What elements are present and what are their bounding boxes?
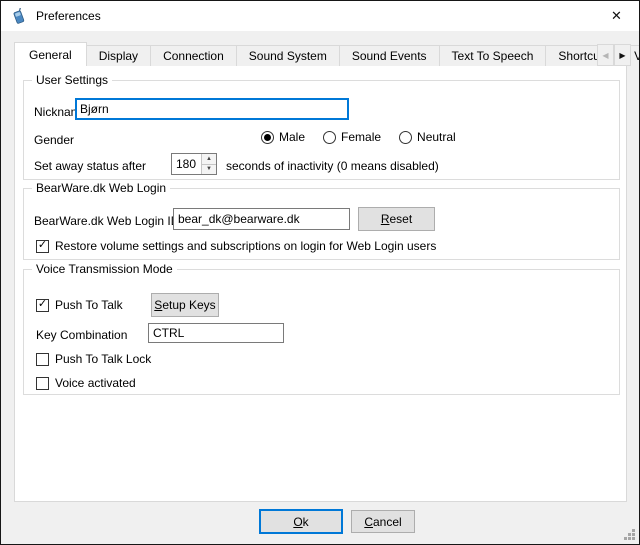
spinner-arrows: ▲ ▼ <box>201 154 216 174</box>
close-icon[interactable]: ✕ <box>594 1 639 31</box>
radio-neutral-label: Neutral <box>417 130 456 144</box>
spin-down-icon[interactable]: ▼ <box>202 165 216 175</box>
teamtalk-app-icon <box>10 8 27 25</box>
push-to-talk-lock-checkbox[interactable]: Push To Talk Lock <box>36 352 151 366</box>
title-bar: Preferences ✕ <box>1 1 639 31</box>
resize-grip-icon[interactable] <box>623 528 636 541</box>
checkbox-checked-icon: ✓ <box>36 299 49 312</box>
setup-keys-button[interactable]: Setup Keys <box>151 293 219 317</box>
nickname-input[interactable] <box>75 98 349 120</box>
voice-activated-checkbox[interactable]: Voice activated <box>36 376 136 390</box>
tab-scroll-left-icon[interactable]: ◀ <box>597 44 614 66</box>
preferences-tabbar: General Display Connection Sound System … <box>14 42 625 66</box>
away-seconds-spinner[interactable]: 180 ▲ ▼ <box>171 153 217 175</box>
gender-radio-neutral[interactable]: Neutral <box>399 130 456 144</box>
tab-scrollers: ◀ ▶ <box>597 44 631 66</box>
voice-transmission-group: Voice Transmission Mode ✓ Push To Talk S… <box>23 269 620 395</box>
gender-radio-male[interactable]: Male <box>261 130 305 144</box>
voice-activated-label: Voice activated <box>55 376 136 390</box>
key-combination-input[interactable] <box>148 323 284 343</box>
tab-display[interactable]: Display <box>86 45 151 66</box>
ok-button[interactable]: Ok <box>259 509 343 534</box>
preferences-dialog: Preferences ✕ General Display Connection… <box>0 0 640 545</box>
cancel-button[interactable]: Cancel <box>351 510 415 533</box>
checkbox-checked-icon: ✓ <box>36 240 49 253</box>
radio-neutral-icon <box>399 131 412 144</box>
web-login-id-label: BearWare.dk Web Login ID <box>34 214 179 228</box>
tab-sound-events[interactable]: Sound Events <box>339 45 440 66</box>
away-status-suffix: seconds of inactivity (0 means disabled) <box>226 159 439 173</box>
key-combination-label: Key Combination <box>36 328 127 342</box>
checkbox-unchecked-icon <box>36 377 49 390</box>
web-login-legend: BearWare.dk Web Login <box>32 181 170 195</box>
user-settings-legend: User Settings <box>32 73 112 87</box>
tab-sound-system[interactable]: Sound System <box>236 45 340 66</box>
radio-male-icon <box>261 131 274 144</box>
reset-button[interactable]: Reset <box>358 207 435 231</box>
restore-volume-label: Restore volume settings and subscription… <box>55 239 436 253</box>
gender-radio-female[interactable]: Female <box>323 130 381 144</box>
tab-general[interactable]: General <box>14 42 87 66</box>
gender-label: Gender <box>34 133 74 147</box>
tab-text-to-speech[interactable]: Text To Speech <box>439 45 547 66</box>
tab-connection[interactable]: Connection <box>150 45 237 66</box>
spin-up-icon[interactable]: ▲ <box>202 154 216 165</box>
general-tab-pane: User Settings Nickname Gender Male Femal… <box>14 65 627 502</box>
radio-female-icon <box>323 131 336 144</box>
checkbox-unchecked-icon <box>36 353 49 366</box>
restore-volume-checkbox[interactable]: ✓ Restore volume settings and subscripti… <box>36 239 436 253</box>
voice-transmission-legend: Voice Transmission Mode <box>32 262 177 276</box>
tab-scroll-right-icon[interactable]: ▶ <box>614 44 631 66</box>
away-seconds-value: 180 <box>172 154 201 174</box>
gender-radio-group: Male Female Neutral <box>261 130 456 144</box>
window-title: Preferences <box>36 9 101 23</box>
push-to-talk-lock-label: Push To Talk Lock <box>55 352 151 366</box>
radio-female-label: Female <box>341 130 381 144</box>
web-login-group: BearWare.dk Web Login BearWare.dk Web Lo… <box>23 188 620 260</box>
user-settings-group: User Settings Nickname Gender Male Femal… <box>23 80 620 180</box>
radio-male-label: Male <box>279 130 305 144</box>
push-to-talk-checkbox[interactable]: ✓ Push To Talk <box>36 298 123 312</box>
away-status-label: Set away status after <box>34 159 146 173</box>
push-to-talk-label: Push To Talk <box>55 298 123 312</box>
web-login-id-input[interactable] <box>173 208 350 230</box>
